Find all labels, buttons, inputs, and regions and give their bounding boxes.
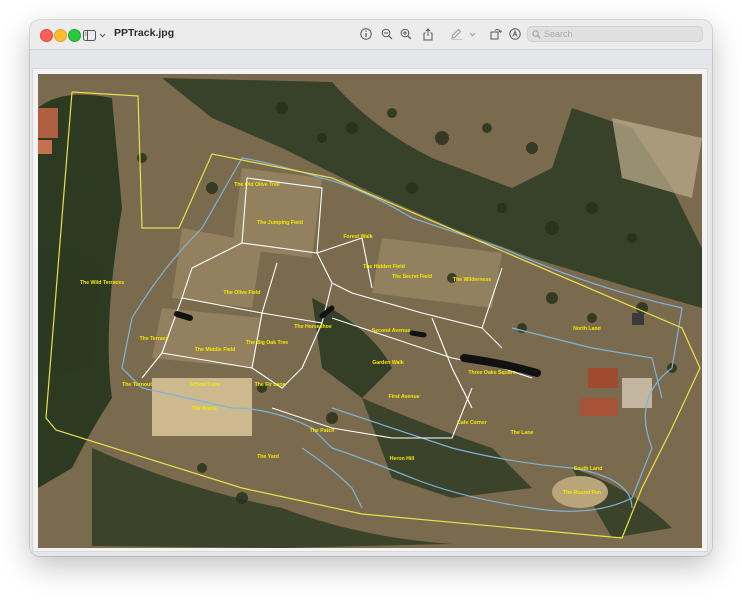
label-jumping-field: The Jumping Field [257,220,303,226]
zoom-window-button[interactable] [68,29,81,42]
zoom-in-icon [400,28,412,40]
label-north-land: North Land [573,326,601,332]
label-garden-walk: Garden Walk [372,360,404,366]
label-cafe-corner: Cafe Corner [457,420,487,426]
label-heron-hill: Heron Hill [390,456,415,462]
chevron-down-icon [469,32,475,37]
info-button[interactable] [358,26,374,42]
image-viewer: The Old Olive Tree The Jumping Field For… [30,50,712,556]
label-the-turnout: The Turnout [122,382,152,388]
markup-menu-button[interactable] [467,26,477,42]
sidebar-toggle-button[interactable] [83,27,111,43]
search-field[interactable] [527,26,703,42]
label-middle-field: The Middle Field [195,347,236,353]
zoom-out-button[interactable] [379,26,395,42]
toolbar: PPTrack.jpg [30,20,712,50]
label-hidden-field: The Hidden Field [363,264,405,270]
label-second-avenue: Second Avenue [372,328,411,334]
zoom-in-button[interactable] [398,26,414,42]
label-three-oaks-square: Three Oaks Square [468,370,515,376]
label-south-land: South Land [574,466,603,472]
search-icon [532,29,541,39]
label-fir-lane: The Fir Lane [255,382,286,388]
label-terrace: The Terrace [139,336,168,342]
label-horseshoe: The Horseshoe [294,324,332,330]
label-big-oak-tree: The Big Oak Tree [246,340,288,346]
share-button[interactable] [420,26,436,42]
info-icon [360,28,372,40]
search-input[interactable] [544,29,694,39]
label-old-olive-tree: The Old Olive Tree [234,182,280,188]
label-olive-field: The Olive Field [224,290,261,296]
sidebar-toggle-icon [83,29,96,41]
label-forest-walk: Forest Walk [343,234,372,240]
minimize-window-button[interactable] [54,29,67,42]
zoom-out-icon [381,28,393,40]
property-map-image: The Old Olive Tree The Jumping Field For… [38,74,702,548]
label-the-patch: The Patch [310,428,335,434]
label-first-avenue: First Avenue [388,394,419,400]
close-window-button[interactable] [40,29,53,42]
label-wild-terraces: The Wild Terraces [80,280,124,286]
chevron-down-icon [99,33,106,38]
label-the-lane: The Lane [511,430,534,436]
label-the-yard: The Yard [257,454,279,460]
rotate-button[interactable] [488,26,504,42]
rotate-icon [490,29,502,40]
annotate-button[interactable] [507,26,523,42]
label-round-pen: The Round Pen [563,490,601,496]
preview-window: PPTrack.jpg Search The Old Olive Tree Th… [30,20,712,556]
photo-of-printed-map: The Old Olive Tree The Jumping Field For… [32,68,708,552]
markup-button[interactable] [448,26,464,42]
share-icon [423,27,433,40]
label-wilderness: The Wilderness [453,277,491,283]
label-school-lane: School Lane [190,382,221,388]
label-the-arena: The Arena [191,406,216,412]
window-title: PPTrack.jpg [114,27,175,39]
label-secret-field: The Secret Field [392,274,432,280]
markup-pen-icon [450,28,462,40]
annotate-icon [509,28,521,40]
